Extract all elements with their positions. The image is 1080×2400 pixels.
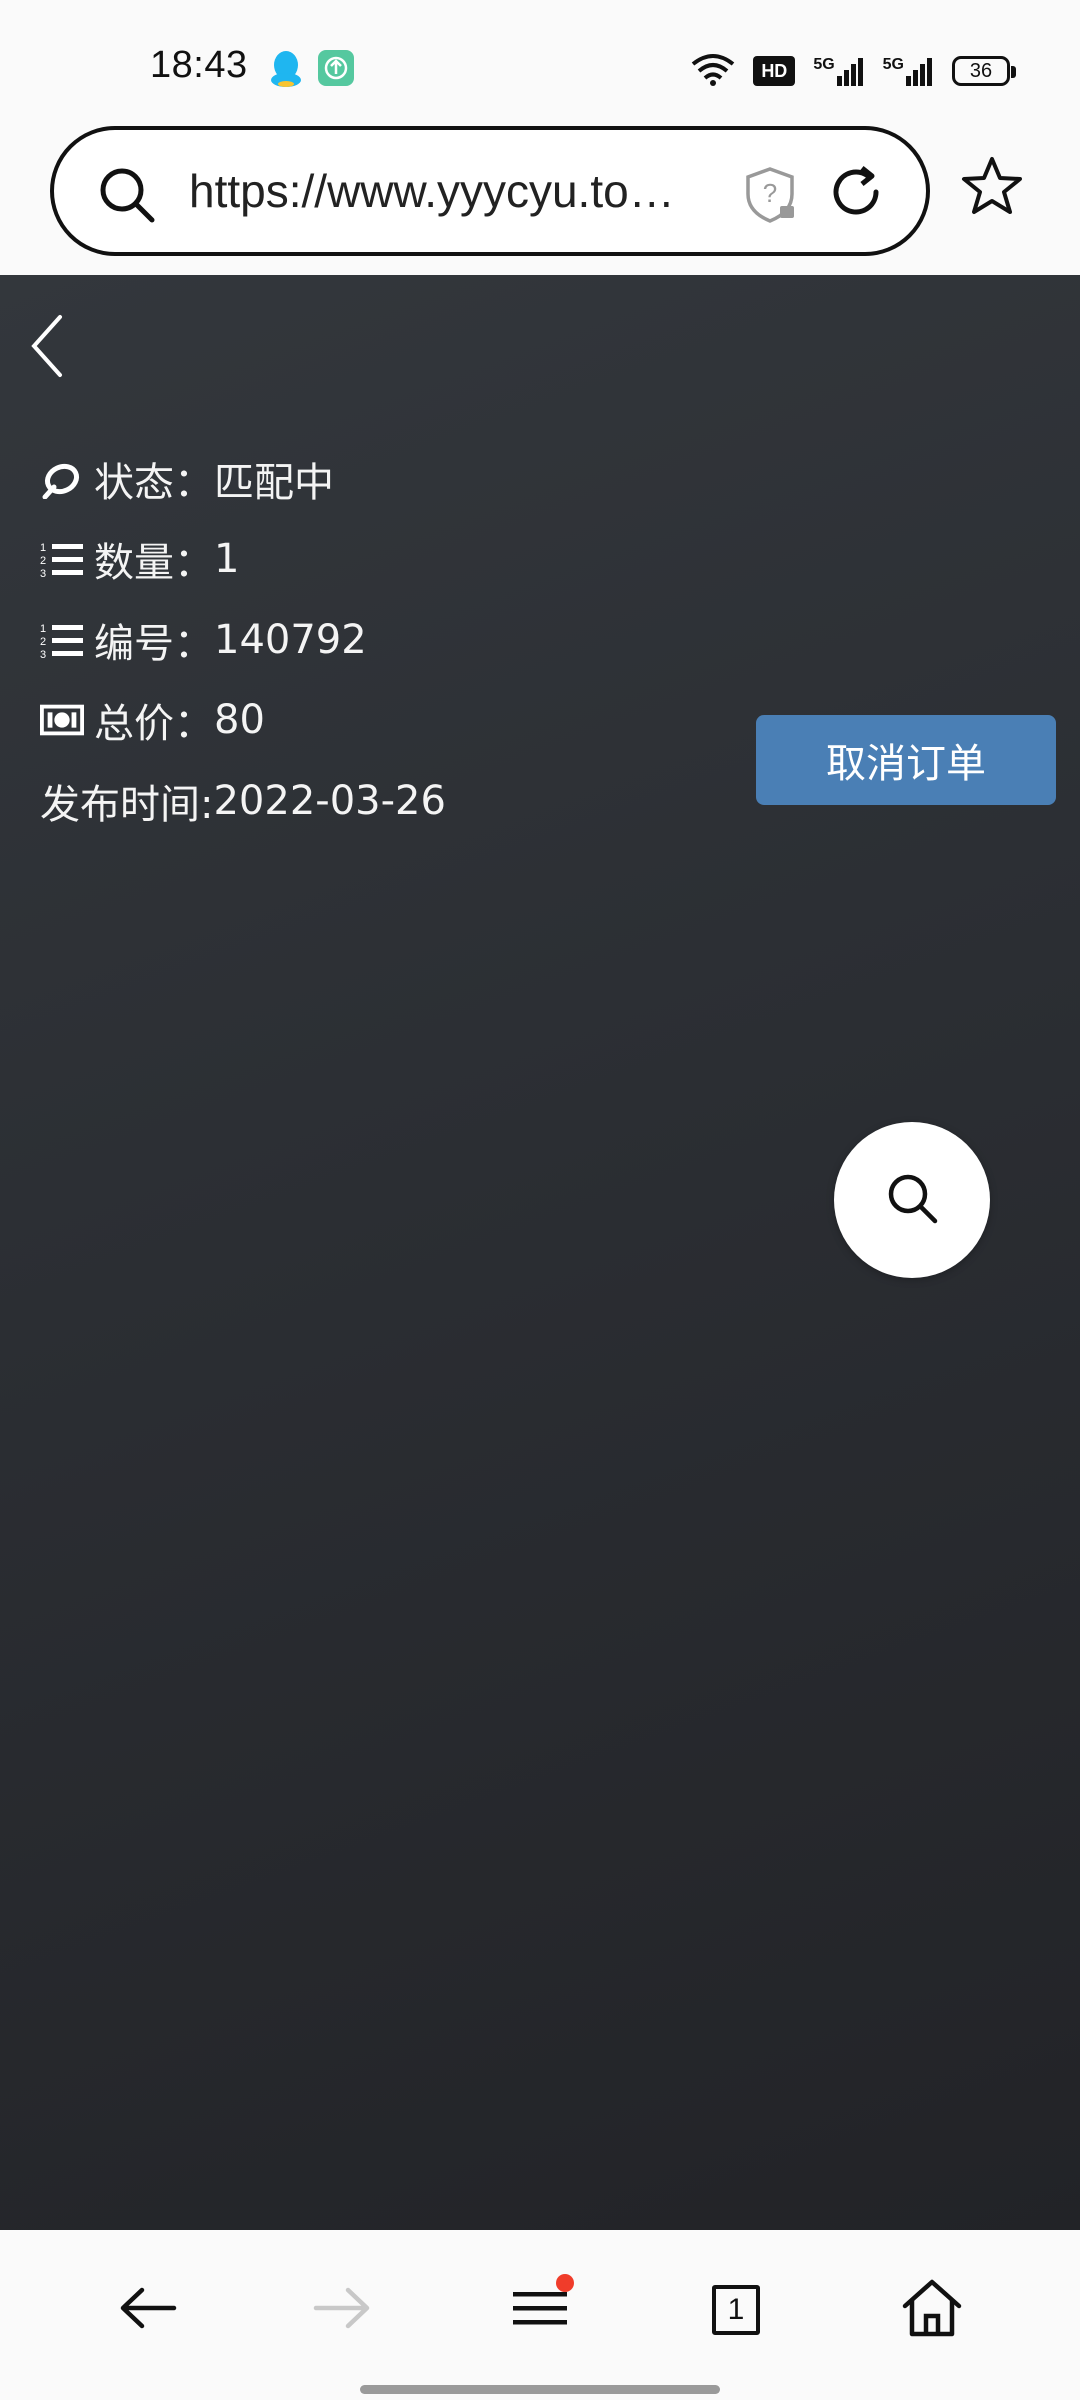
menu-icon (511, 2286, 569, 2334)
status-value: 匹配中 (214, 460, 334, 506)
order-quantity-row: 1 2 3 数量： 1 (40, 530, 239, 588)
notification-dot (556, 2274, 574, 2292)
svg-text:3: 3 (40, 649, 46, 660)
app-update-icon (318, 50, 354, 92)
order-status-row: 状态： 匹配中 (40, 450, 334, 508)
tab-count: 1 (712, 2285, 760, 2335)
url-bar[interactable]: https://www.yyycyu.to… ? (50, 126, 930, 256)
order-number-row: 1 2 3 编号： 140792 (40, 611, 367, 669)
signal-5g-icon-2: 5G (883, 56, 934, 86)
nav-home-button[interactable] (892, 2270, 972, 2350)
refresh-status-icon (40, 457, 84, 501)
url-text[interactable]: https://www.yyycyu.to… (189, 164, 749, 218)
order-price-row: 总价： 80 (40, 691, 265, 749)
date-value: 2022-03-26 (213, 778, 446, 824)
number-label: 编号： (94, 621, 214, 667)
order-detail-content: 状态： 匹配中 1 2 3 数量： 1 1 2 3 编号： 140792 总价：… (0, 275, 1080, 2230)
floating-search-button[interactable] (834, 1122, 990, 1278)
numbered-list-icon: 1 2 3 (40, 537, 84, 581)
nav-tabs-button[interactable]: 1 (696, 2270, 776, 2350)
svg-text:2: 2 (40, 636, 46, 648)
home-icon (901, 2278, 963, 2342)
security-shield-icon[interactable]: ? (744, 166, 800, 228)
signal-5g-icon: 5G (813, 56, 864, 86)
refresh-icon[interactable] (824, 160, 888, 228)
nav-menu-button[interactable] (500, 2270, 580, 2350)
price-value: 80 (214, 697, 265, 743)
bookmark-star-icon[interactable] (960, 154, 1024, 222)
quantity-value: 1 (214, 536, 240, 582)
status-notification-icons (270, 50, 354, 92)
date-label: 发布时间: (40, 782, 214, 828)
arrow-left-icon (118, 2286, 178, 2334)
svg-text:2: 2 (40, 555, 46, 567)
svg-text:?: ? (763, 178, 777, 208)
hd-voice-badge: HD (753, 56, 796, 86)
search-icon (98, 166, 156, 228)
status-system-icons: HD 5G 5G 36 (691, 52, 1016, 90)
browser-bottom-nav: 1 (0, 2230, 1080, 2400)
svg-text:1: 1 (40, 542, 46, 554)
qq-penguin-icon (270, 50, 302, 92)
svg-text:1: 1 (40, 623, 46, 635)
status-bar: 18:43 HD 5G 5G 36 (0, 0, 1080, 120)
search-icon (883, 1169, 941, 1231)
order-date-row: 发布时间: 2022-03-26 (40, 772, 446, 830)
cancel-order-button[interactable]: 取消订单 (756, 715, 1056, 805)
quantity-label: 数量： (94, 540, 214, 586)
numbered-list-icon: 1 2 3 (40, 618, 84, 662)
nav-forward-button[interactable] (302, 2270, 382, 2350)
arrow-right-icon (312, 2286, 372, 2334)
status-time: 18:43 (150, 44, 248, 86)
svg-text:3: 3 (40, 568, 46, 579)
money-bill-icon (40, 698, 84, 742)
gesture-home-indicator[interactable] (360, 2385, 720, 2394)
battery-indicator: 36 (952, 56, 1016, 86)
back-chevron-icon[interactable] (26, 311, 66, 385)
browser-toolbar: https://www.yyycyu.to… ? (0, 120, 1080, 275)
wifi-icon (691, 52, 735, 90)
status-label: 状态： (94, 460, 214, 506)
price-label: 总价： (94, 701, 214, 747)
nav-back-button[interactable] (108, 2270, 188, 2350)
number-value: 140792 (214, 617, 367, 663)
